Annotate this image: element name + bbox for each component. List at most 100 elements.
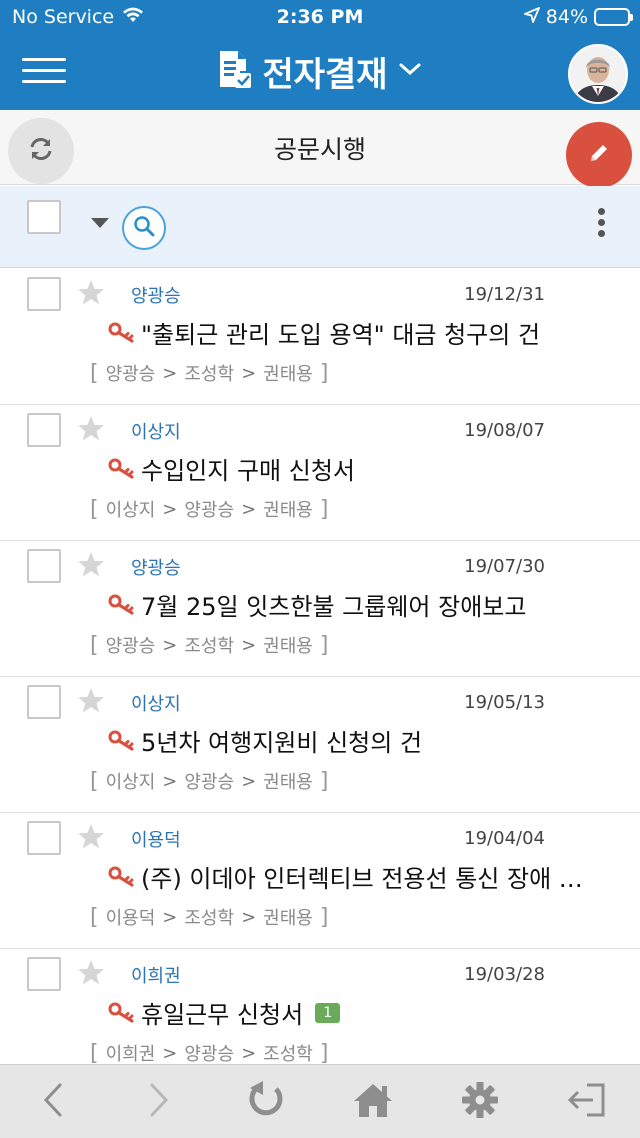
- logout-button[interactable]: [562, 1079, 612, 1125]
- star-icon[interactable]: [76, 414, 106, 448]
- approver-1: 이상지: [105, 772, 156, 793]
- approval-line: [ 양광승 > 조성학 > 권태용 ]: [90, 632, 329, 658]
- approval-line: [ 이상지 > 양광승 > 권태용 ]: [90, 768, 329, 794]
- chevron-down-icon: [398, 61, 422, 81]
- document-date: 19/08/07: [464, 420, 545, 441]
- row-checkbox[interactable]: [27, 549, 61, 583]
- approval-line: [ 이용덕 > 조성학 > 권태용 ]: [90, 904, 329, 930]
- home-button[interactable]: [348, 1079, 398, 1125]
- approver-1: 이용덕: [105, 908, 156, 929]
- document-row[interactable]: 이용덕 19/04/04 (주) 이데아 인터렉티브 전용선 통신 장애 장애보…: [0, 812, 640, 949]
- subheader: 공문시행: [0, 110, 640, 188]
- more-options-icon[interactable]: [596, 208, 606, 238]
- approver-2: 조성학: [184, 908, 235, 929]
- search-button[interactable]: [122, 206, 166, 250]
- key-icon: [108, 1002, 135, 1024]
- approver-2: 조성학: [184, 364, 235, 385]
- document-author: 이상지: [131, 694, 181, 715]
- approver-3: 권태용: [263, 908, 313, 929]
- approver-2: 조성학: [184, 636, 235, 657]
- status-bar: No Service 2:36 PM 84%: [0, 0, 640, 36]
- document-row[interactable]: 이희권 19/03/28 휴일근무 신청서 1 [ 이희권 > 양광승 > 조성학 …: [0, 948, 640, 1064]
- chevron-left-icon: [42, 1083, 64, 1121]
- row-checkbox[interactable]: [27, 957, 61, 991]
- approver-2: 양광승: [184, 500, 235, 521]
- page-title: 공문시행: [273, 135, 366, 164]
- document-author: 이용덕: [131, 830, 181, 851]
- reload-button[interactable]: [241, 1079, 291, 1125]
- key-icon: [108, 458, 135, 480]
- document-list: 양광승 19/12/31 "출퇴근 관리 도입 용역" 대금 청구의 건 [ 양…: [0, 268, 640, 1064]
- logout-icon: [565, 1080, 609, 1124]
- pencil-icon: [587, 141, 611, 169]
- document-row[interactable]: 이상지 19/08/07 수입인지 구매 신청서 [ 이상지 > 양광승 > 권태용…: [0, 404, 640, 541]
- star-icon[interactable]: [76, 958, 106, 992]
- approver-3: 권태용: [263, 636, 313, 657]
- caret-down-icon: [90, 214, 110, 233]
- approver-3: 권태용: [263, 500, 313, 521]
- app-title-dropdown[interactable]: 전자결재: [0, 48, 640, 95]
- back-button[interactable]: [28, 1079, 78, 1125]
- approver-1: 양광승: [105, 364, 156, 385]
- filter-bar: [0, 186, 640, 268]
- approver-1: 이희권: [105, 1044, 156, 1064]
- comment-count-badge: 1: [315, 1002, 341, 1023]
- document-author: 이희권: [131, 966, 181, 987]
- document-subject: 휴일근무 신청서: [141, 1001, 304, 1029]
- star-icon[interactable]: [76, 686, 106, 720]
- filter-dropdown[interactable]: [90, 214, 110, 233]
- star-icon[interactable]: [76, 278, 106, 312]
- reload-icon: [245, 1079, 287, 1125]
- compose-button[interactable]: [566, 122, 632, 188]
- document-row[interactable]: 이상지 19/05/13 5년차 여행지원비 신청의 건 [ 이상지 > 양광승 >…: [0, 676, 640, 813]
- document-date: 19/12/31: [464, 284, 545, 305]
- document-subject: 5년차 여행지원비 신청의 건: [141, 729, 423, 757]
- search-icon: [133, 215, 155, 241]
- approver-1: 양광승: [105, 636, 156, 657]
- document-author: 이상지: [131, 422, 181, 443]
- approval-line: [ 이상지 > 양광승 > 권태용 ]: [90, 496, 329, 522]
- approver-3: 권태용: [263, 772, 313, 793]
- select-all-checkbox[interactable]: [27, 200, 61, 234]
- approval-line: [ 이희권 > 양광승 > 조성학 ]: [90, 1040, 329, 1065]
- document-date: 19/04/04: [464, 828, 545, 849]
- forward-button[interactable]: [134, 1079, 184, 1125]
- document-subject: "출퇴근 관리 도입 용역" 대금 청구의 건: [141, 321, 541, 349]
- bottom-toolbar: [0, 1064, 640, 1138]
- approver-3: 조성학: [263, 1044, 313, 1064]
- approval-line: [ 양광승 > 조성학 > 권태용 ]: [90, 360, 329, 386]
- document-date: 19/03/28: [464, 964, 545, 985]
- star-icon[interactable]: [76, 822, 106, 856]
- star-icon[interactable]: [76, 550, 106, 584]
- approval-document-icon: [218, 49, 252, 93]
- document-author: 양광승: [131, 286, 181, 307]
- app-title: 전자결재: [262, 54, 388, 95]
- app-header: No Service 2:36 PM 84% 전자결재: [0, 0, 640, 110]
- document-row[interactable]: 양광승 19/12/31 "출퇴근 관리 도입 용역" 대금 청구의 건 [ 양…: [0, 268, 640, 405]
- key-icon: [108, 866, 135, 888]
- document-row[interactable]: 양광승 19/07/30 7월 25일 잇츠한불 그룹웨어 장애보고 [ 양광승…: [0, 540, 640, 677]
- key-icon: [108, 730, 135, 752]
- profile-avatar[interactable]: [568, 44, 628, 104]
- location-arrow-icon: [523, 6, 540, 28]
- document-date: 19/07/30: [464, 556, 545, 577]
- battery-icon: [594, 8, 633, 26]
- document-author: 양광승: [131, 558, 181, 579]
- row-checkbox[interactable]: [27, 821, 61, 855]
- row-checkbox[interactable]: [27, 277, 61, 311]
- key-icon: [108, 594, 135, 616]
- approver-1: 이상지: [105, 500, 156, 521]
- home-icon: [351, 1080, 395, 1124]
- row-checkbox[interactable]: [27, 685, 61, 719]
- settings-button[interactable]: [455, 1079, 505, 1125]
- battery-percent: 84%: [545, 6, 588, 28]
- row-checkbox[interactable]: [27, 413, 61, 447]
- status-right: 84%: [523, 6, 633, 28]
- document-subject: 수입인지 구매 신청서: [141, 457, 355, 485]
- gear-icon: [460, 1080, 500, 1124]
- approver-2: 양광승: [184, 772, 235, 793]
- key-icon: [108, 322, 135, 344]
- approver-2: 양광승: [184, 1044, 235, 1064]
- document-subject: (주) 이데아 인터렉티브 전용선 통신 장애 장애보고: [141, 865, 600, 893]
- chevron-right-icon: [148, 1083, 170, 1121]
